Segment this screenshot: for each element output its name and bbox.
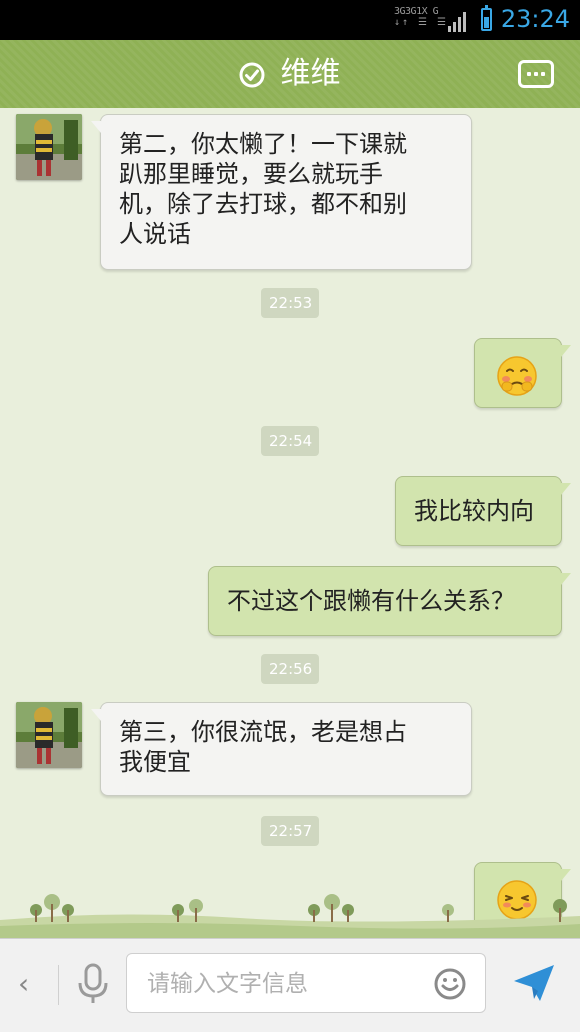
timestamp: 22:57 [261,816,319,846]
paper-plane-icon[interactable] [510,961,558,1005]
timestamp: 22:53 [261,288,319,318]
contact-avatar[interactable] [16,702,82,768]
battery-icon [481,5,492,31]
incoming-message-bubble[interactable]: 第三，你很流氓，老是想占 我便宜 [91,702,472,796]
message-list[interactable]: 第二，你太懒了！一下课就 趴那里睡觉，要么就玩手 机，除了去打球，都不和别 人说… [0,108,580,938]
message-text-line: 人说话 [119,220,191,248]
outgoing-message-bubble[interactable]: 不过这个跟懒有什么关系？ [208,566,571,636]
timestamp: 22:56 [261,654,319,684]
chat-header: 维维 [0,40,580,108]
check-circle-icon [239,62,265,88]
avatar-photo [16,114,82,180]
message-text-line: 第三，你很流氓，老是想占 [119,718,407,746]
timestamp: 22:54 [261,426,319,456]
message-input-bar: ‹ [0,938,580,1032]
message-text-field[interactable] [126,953,486,1013]
microphone-icon[interactable] [76,963,110,1005]
message-text-line: 趴那里睡觉，要么就玩手 [119,160,383,188]
more-options-icon[interactable] [518,60,554,88]
avatar-photo [16,702,82,768]
status-bar: 3G3G1X G ↓↑ ☰ ☰ 23:24 [0,0,580,40]
status-time: 23:24 [500,5,570,33]
network-indicator: 3G3G1X G ↓↑ ☰ ☰ [393,6,448,28]
header-title-group: 维维 [0,40,580,108]
chevron-left-icon[interactable]: ‹ [18,967,29,1000]
message-text: 不过这个跟懒有什么关系？ [227,587,515,615]
message-input[interactable] [145,964,419,1004]
message-text-line: 我便宜 [119,748,191,776]
message-text-line: 机，除了去打球，都不和别 [119,190,407,218]
contact-name-title: 维维 [280,56,341,91]
scenery-decoration [0,894,580,938]
message-text: 我比较内向 [414,497,534,525]
smiley-icon[interactable] [433,967,467,1001]
shy-face-emoji [497,356,537,396]
incoming-message-bubble[interactable]: 第二，你太懒了！一下课就 趴那里睡觉，要么就玩手 机，除了去打球，都不和别 人说… [91,114,472,270]
divider [58,965,59,1005]
outgoing-message-bubble[interactable]: 我比较内向 [395,476,571,546]
contact-avatar[interactable] [16,114,82,180]
signal-strength-icon [448,10,466,32]
outgoing-emoji-bubble[interactable] [474,338,571,408]
message-text-line: 第二，你太懒了！一下课就 [119,130,407,158]
